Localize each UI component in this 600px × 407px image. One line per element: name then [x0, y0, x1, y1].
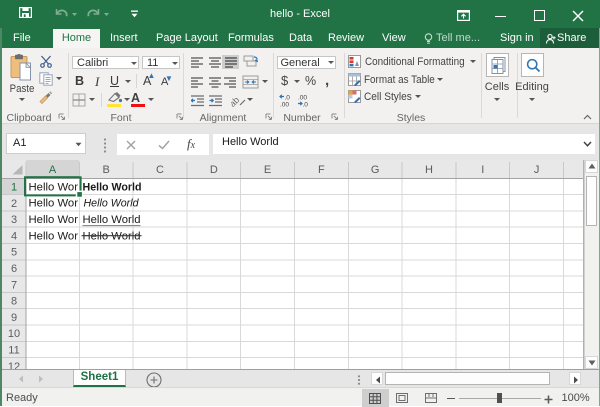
svg-text:I: I: [481, 164, 484, 176]
svg-text:1: 1: [11, 181, 17, 193]
svg-text:Hello World: Hello World: [83, 230, 141, 242]
svg-text:Hello Wor: Hello Wor: [29, 197, 79, 209]
svg-text:Hello Wor: Hello Wor: [29, 230, 79, 242]
svg-text:7: 7: [11, 279, 17, 291]
svg-text:J: J: [534, 164, 540, 176]
svg-text:11: 11: [8, 344, 19, 356]
svg-text:E: E: [264, 164, 271, 176]
svg-text:.00: .00: [298, 95, 307, 102]
svg-text:C: C: [156, 164, 164, 176]
svg-text:.0: .0: [285, 95, 291, 102]
svg-text:D: D: [210, 164, 218, 176]
svg-text:.00: .00: [280, 102, 289, 108]
svg-text:10: 10: [8, 328, 20, 340]
svg-text:Hello World: Hello World: [84, 197, 140, 209]
svg-text:2: 2: [11, 197, 17, 209]
svg-text:9: 9: [11, 311, 17, 323]
svg-text:8: 8: [11, 295, 17, 307]
svg-text:ab: ab: [231, 95, 241, 108]
svg-text:.0: .0: [303, 102, 309, 108]
svg-text:A: A: [49, 164, 57, 176]
svg-text:4: 4: [11, 230, 17, 242]
svg-text:G: G: [371, 164, 380, 176]
svg-text:H: H: [425, 164, 433, 176]
svg-text:F: F: [318, 164, 325, 176]
svg-text:Hello World: Hello World: [83, 181, 142, 193]
svg-text:Hello Wor: Hello Wor: [29, 181, 79, 193]
svg-text:12: 12: [8, 360, 20, 368]
svg-text:5: 5: [11, 246, 17, 258]
svg-text:3: 3: [11, 214, 17, 226]
svg-text:Hello World: Hello World: [83, 214, 141, 226]
svg-text:6: 6: [11, 263, 17, 275]
svg-text:B: B: [103, 164, 110, 176]
svg-text:Hello Wor: Hello Wor: [29, 214, 79, 226]
